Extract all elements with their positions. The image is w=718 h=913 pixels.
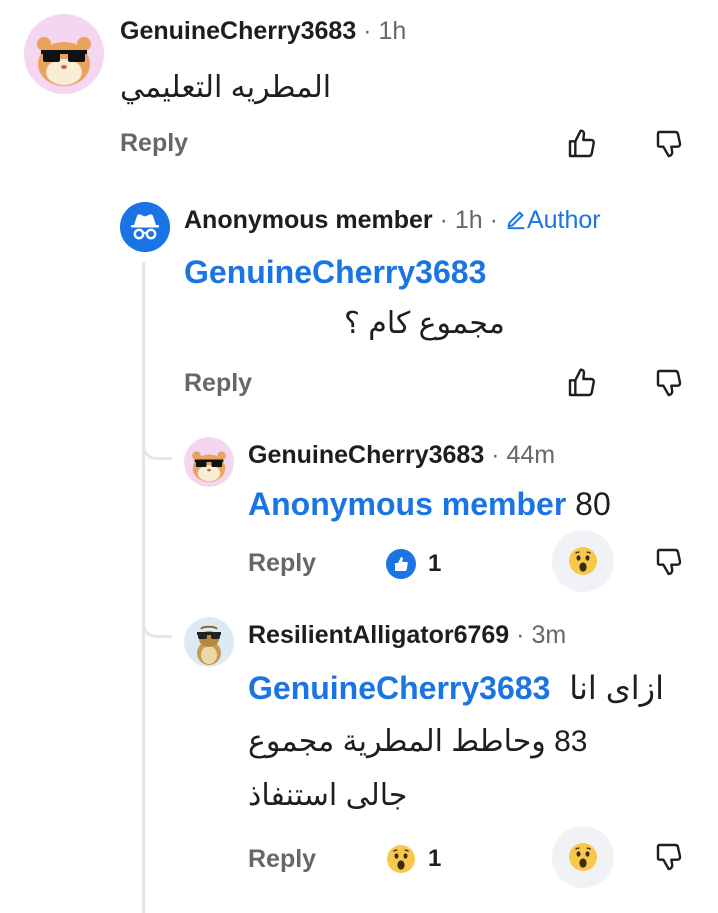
comment-text-line: GenuineCherry3683 ازاى انا	[248, 668, 664, 708]
dislike-button[interactable]	[650, 542, 690, 582]
like-button[interactable]	[562, 124, 602, 164]
separator: ·	[491, 441, 500, 469]
dislike-button[interactable]	[650, 363, 690, 403]
author-name[interactable]: Anonymous member	[184, 206, 433, 234]
avatar[interactable]	[184, 617, 234, 667]
separator: ·	[489, 206, 498, 234]
comment-text: المطريه التعليمي	[120, 71, 332, 104]
wow-reaction-icon	[569, 547, 597, 575]
alligator-avatar	[184, 617, 234, 667]
hamster-sunglasses-avatar	[184, 437, 234, 487]
mention-link[interactable]: GenuineCherry3683	[184, 252, 486, 292]
incognito-avatar	[120, 202, 170, 252]
author-name[interactable]: GenuineCherry3683	[120, 17, 356, 45]
comment-text: ازاى انا	[569, 670, 664, 706]
comment-header: ResilientAlligator6769 · 3m	[248, 620, 566, 650]
timestamp[interactable]: 3m	[531, 621, 566, 649]
thumbs-down-icon	[656, 843, 682, 871]
like-button[interactable]	[562, 363, 602, 403]
thumbs-down-icon	[656, 369, 682, 397]
reply-button[interactable]: Reply	[248, 844, 316, 874]
thumbs-down-icon	[656, 548, 682, 576]
reply-button[interactable]: Reply	[248, 548, 316, 578]
avatar[interactable]	[184, 437, 234, 487]
reaction-summary[interactable]: 1	[386, 843, 441, 875]
separator: ·	[439, 206, 448, 234]
reaction-count: 1	[428, 550, 442, 577]
comment-header: GenuineCherry3683 · 44m	[248, 440, 555, 470]
hamster-sunglasses-avatar	[24, 14, 104, 94]
wow-reaction-icon	[387, 845, 415, 873]
comment-text: مجموع كام ؟	[344, 307, 505, 340]
comment-text-line: Anonymous member 80	[248, 484, 611, 524]
reply-button[interactable]: Reply	[120, 128, 188, 158]
reaction-count: 1	[428, 845, 442, 872]
like-reaction-icon	[386, 549, 416, 579]
thumbs-up-icon	[568, 129, 595, 158]
timestamp[interactable]: 1h	[455, 206, 483, 234]
separator: ·	[516, 621, 525, 649]
timestamp[interactable]: 44m	[506, 441, 555, 469]
react-button[interactable]	[552, 826, 614, 888]
author-name[interactable]: GenuineCherry3683	[248, 441, 484, 469]
comment-text: جالى استنفاذ	[248, 779, 408, 812]
dislike-button[interactable]	[650, 837, 690, 877]
avatar[interactable]	[120, 202, 170, 252]
pencil-icon	[507, 211, 525, 230]
mention-link[interactable]: GenuineCherry3683	[248, 670, 550, 706]
comment-text: 80	[575, 486, 611, 522]
thumbs-down-icon	[656, 130, 682, 158]
wow-reaction-icon	[569, 843, 597, 871]
comment-header: GenuineCherry3683 · 1h	[120, 16, 406, 46]
dislike-button[interactable]	[650, 124, 690, 164]
comment-header: Anonymous member · 1h · Author	[184, 205, 601, 235]
author-badge-label: Author	[526, 206, 601, 234]
mention-link[interactable]: Anonymous member	[248, 486, 566, 522]
thumbs-up-icon	[568, 368, 595, 397]
thread-connector	[142, 440, 172, 460]
thread-line-main	[142, 262, 145, 913]
reaction-summary[interactable]: 1	[386, 548, 441, 580]
comment-text: 83 وحاطط المطرية مجموع	[248, 725, 588, 758]
author-name[interactable]: ResilientAlligator6769	[248, 621, 509, 649]
timestamp[interactable]: 1h	[378, 17, 406, 45]
thread-connector	[142, 618, 172, 638]
react-button[interactable]	[552, 530, 614, 592]
reply-button[interactable]: Reply	[184, 368, 252, 398]
author-badge: Author	[505, 206, 601, 234]
separator: ·	[363, 17, 372, 45]
avatar[interactable]	[24, 14, 104, 94]
